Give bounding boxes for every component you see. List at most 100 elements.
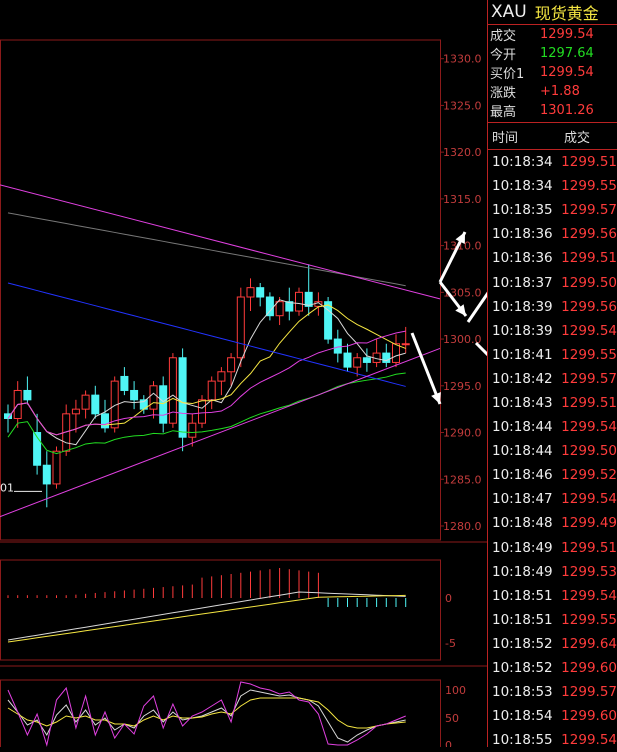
candle-body (207, 380, 216, 401)
tick-time: 10:18:36 (492, 250, 553, 267)
tick-time: 10:18:44 (492, 443, 553, 460)
price-tick-label: 1320.0 (443, 146, 482, 159)
tick-time: 10:18:44 (492, 419, 553, 436)
ticks-header: 时间 成交 (488, 123, 617, 150)
tick-row: 10:18:52 1299.60 (488, 656, 617, 680)
tick-row: 10:18:36 1299.56 (488, 222, 617, 246)
macd-dif-line (7, 591, 406, 641)
quote-sidebar: XAU 现货黄金 成交 1299.54 今开 1297.64 买价1 1299.54 涨跌 +… (487, 0, 617, 748)
price-tick-label: 1315.0 (443, 193, 482, 206)
quote-label: 最高 (490, 105, 517, 120)
quote-panel: 成交 1299.54 今开 1297.64 买价1 1299.54 涨跌 +1.88 最高 130… (488, 25, 617, 123)
price-tick-label: 1285.0 (443, 473, 482, 486)
candle-body (217, 371, 226, 382)
tick-price: 1299.57 (561, 684, 617, 701)
tick-row: 10:18:39 1299.56 (488, 295, 617, 319)
candle-body (353, 357, 362, 368)
tick-row: 10:18:49 1299.53 (488, 560, 617, 584)
tick-price: 1299.51 (561, 154, 617, 171)
tick-time: 10:18:51 (492, 611, 553, 628)
instrument-header[interactable]: XAU 现货黄金 (488, 0, 617, 25)
instrument-code: XAU (491, 2, 527, 22)
candle-body (130, 389, 139, 401)
tick-price: 1299.57 (561, 202, 617, 219)
arrow-down-right (474, 341, 487, 357)
candle-body (343, 352, 352, 368)
price-tick-label: 1325.0 (443, 99, 482, 112)
tick-row: 10:18:53 1299.57 (488, 680, 617, 704)
tick-time: 10:18:37 (492, 274, 553, 291)
price-tick-label: 1330.0 (443, 53, 482, 66)
tick-row: 10:18:52 1299.64 (488, 632, 617, 656)
tick-price: 1299.60 (561, 708, 617, 725)
quote-label: 涨跌 (490, 86, 517, 101)
tick-time: 10:18:34 (492, 154, 553, 171)
tick-time: 10:18:48 (492, 515, 553, 532)
tick-price: 1299.55 (561, 178, 617, 195)
tick-time: 10:18:54 (492, 708, 553, 725)
tick-time: 10:18:47 (492, 491, 553, 508)
tick-row: 10:18:49 1299.51 (488, 536, 617, 560)
candle-body (42, 464, 51, 485)
quote-row: 成交 1299.54 (488, 25, 617, 44)
tick-price: 1299.53 (561, 563, 617, 580)
quote-value: +1.88 (540, 84, 580, 99)
price-tick-label: 1280.0 (443, 520, 482, 533)
tick-row: 10:18:46 1299.52 (488, 463, 617, 487)
candle-body (246, 287, 255, 298)
macd-frame (0, 559, 441, 661)
candle-body (81, 394, 90, 410)
candle-body (188, 422, 197, 438)
tick-price: 1299.57 (561, 370, 617, 387)
candle-body (52, 450, 61, 485)
tick-time: 10:18:43 (492, 394, 553, 411)
tick-price: 1299.55 (561, 346, 617, 363)
tick-time: 10:18:34 (492, 178, 553, 195)
tick-time: 10:18:49 (492, 563, 553, 580)
tick-time: 10:18:49 (492, 539, 553, 556)
upper-trendline (0, 184, 441, 300)
candle-body (227, 357, 236, 373)
tick-row: 10:18:37 1299.50 (488, 270, 617, 294)
candle-body (295, 291, 303, 312)
tick-time: 10:18:39 (492, 298, 553, 315)
ma60-line (7, 282, 406, 387)
quote-row: 最高 1301.26 (488, 101, 617, 120)
tick-row: 10:18:54 1299.60 (488, 704, 617, 728)
tick-row: 10:18:34 1299.51 (488, 150, 617, 174)
candle-body (362, 357, 371, 363)
candle-body (401, 343, 410, 346)
ticks-header-price: 成交 (564, 130, 591, 146)
tick-row: 10:18:47 1299.54 (488, 487, 617, 511)
tick-row: 10:18:39 1299.54 (488, 319, 617, 343)
tick-price: 1299.54 (561, 587, 617, 604)
tick-price: 1299.51 (561, 250, 617, 267)
tick-price: 1299.54 (561, 732, 617, 749)
quote-value: 1301.26 (540, 103, 594, 118)
tick-price: 1299.49 (561, 515, 617, 532)
tick-row: 10:18:48 1299.49 (488, 511, 617, 535)
candle-body (265, 296, 274, 317)
tick-row: 10:18:55 1299.54 (488, 728, 617, 752)
tick-time: 10:18:46 (492, 467, 553, 484)
tick-row: 10:18:42 1299.57 (488, 367, 617, 391)
candle-body (159, 385, 168, 424)
tick-price: 1299.51 (561, 394, 617, 411)
tick-time: 10:18:41 (492, 346, 553, 363)
tick-price: 1299.54 (561, 491, 617, 508)
candlestick-chart[interactable]: 1330.01325.01320.01315.01310.01305.01300… (0, 0, 487, 747)
candle-body (392, 343, 400, 363)
tick-time: 10:18:52 (492, 635, 553, 652)
candle-body (256, 287, 265, 298)
tick-row: 10:18:44 1299.50 (488, 439, 617, 463)
tick-price: 1299.60 (561, 660, 617, 677)
candle-body (333, 338, 342, 354)
chart-area[interactable]: 1330.0 1325.0 1320.0 1315.0 1310.0 1305.0 1300… (0, 0, 487, 747)
tick-list[interactable]: 10:18:34 1299.51 10:18:34 1299.55 10:18:35 12… (488, 150, 617, 752)
quote-label: 今开 (490, 48, 517, 63)
tick-price: 1299.56 (561, 226, 617, 243)
tick-price: 1299.64 (561, 635, 617, 652)
quote-value: 1297.64 (540, 46, 594, 61)
price-tick-label: 1295.0 (443, 380, 482, 393)
tick-price: 1299.55 (561, 611, 617, 628)
